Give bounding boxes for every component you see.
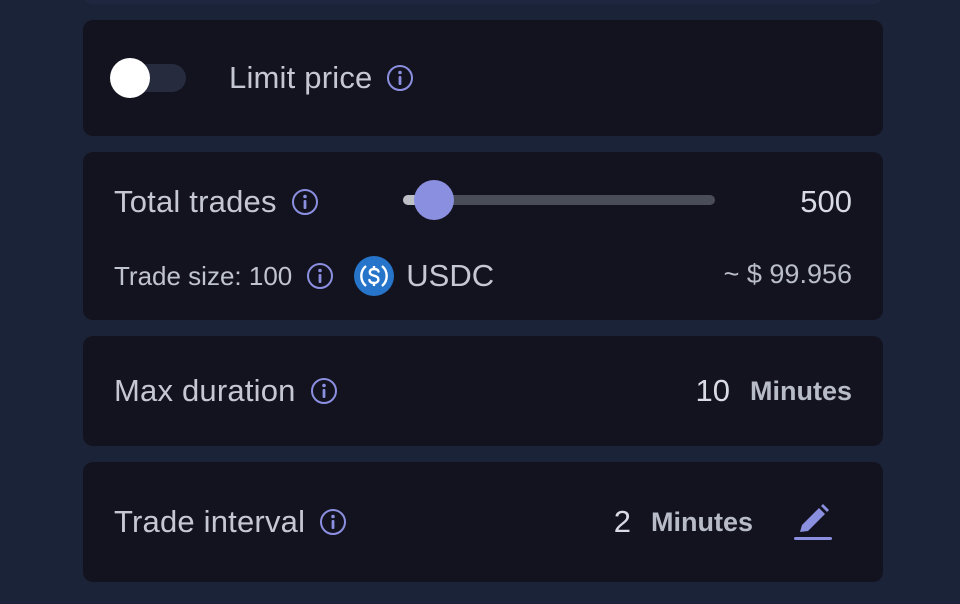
trade-interval-label: Trade interval — [114, 504, 306, 539]
usdc-icon — [354, 256, 395, 296]
info-icon[interactable] — [310, 377, 338, 405]
trade-settings-panel: Limit price Total trades 500 Trade size:… — [0, 0, 960, 604]
total-trades-label: Total trades — [114, 184, 277, 219]
limit-price-toggle[interactable] — [110, 58, 186, 98]
max-duration-label: Max duration — [114, 373, 296, 408]
total-trades-slider[interactable] — [403, 180, 715, 220]
max-duration-unit[interactable]: Minutes — [750, 376, 852, 407]
max-duration-value-group[interactable]: 10 Minutes — [696, 371, 853, 411]
info-icon[interactable] — [386, 64, 414, 92]
trade-size-label: Trade size: 100 — [114, 260, 293, 291]
max-duration-value[interactable]: 10 — [696, 373, 730, 409]
total-trades-value: 500 — [800, 184, 852, 219]
trade-interval-unit: Minutes — [650, 506, 753, 537]
info-icon[interactable] — [306, 262, 334, 290]
trade-interval-value: 2 — [613, 504, 631, 539]
slider-thumb[interactable] — [414, 180, 454, 220]
usd-value: ~ $ 99.956 — [723, 259, 852, 289]
limit-price-card — [83, 20, 883, 136]
info-icon[interactable] — [319, 508, 347, 536]
toggle-knob — [110, 58, 150, 98]
trade-size-row: Trade size: 100 USDC — [114, 256, 494, 296]
previous-card-edge — [83, 0, 883, 4]
pencil-icon[interactable] — [792, 502, 834, 542]
total-trades-row: Total trades — [114, 182, 319, 222]
limit-price-label: Limit price — [229, 60, 373, 95]
token-name: USDC — [406, 258, 495, 293]
limit-price-row: Limit price — [229, 58, 414, 98]
info-icon[interactable] — [291, 188, 319, 216]
max-duration-row: Max duration — [114, 371, 338, 411]
trade-interval-value-group: 2 Minutes — [614, 502, 753, 542]
trade-interval-row: Trade interval — [114, 502, 347, 542]
